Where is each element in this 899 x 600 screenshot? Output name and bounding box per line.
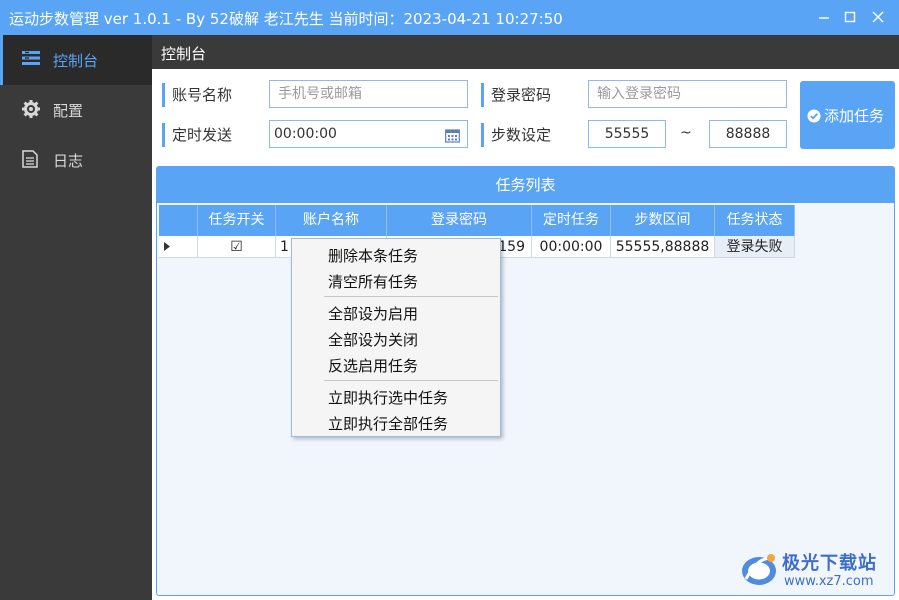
close-icon — [872, 11, 884, 23]
column-header-password[interactable]: 登录密码 — [387, 205, 532, 236]
menu-item-clear-all[interactable]: 清空所有任务 — [328, 271, 418, 292]
sidebar-item-log[interactable]: 日志 — [0, 135, 152, 185]
task-schedule-cell[interactable]: 00:00:00 — [532, 236, 611, 258]
gear-icon — [22, 100, 42, 120]
check-circle-icon — [807, 108, 821, 123]
password-label: 登录密码 — [481, 83, 551, 107]
menu-item-invert-enabled[interactable]: 反选启用任务 — [328, 355, 418, 376]
menu-item-run-selected[interactable]: 立即执行选中任务 — [328, 387, 448, 408]
maximize-icon — [844, 11, 856, 23]
schedule-time-value: 00:00:00 — [274, 126, 337, 142]
task-status-cell[interactable]: 登录失败 — [715, 236, 795, 258]
sidebar-item-console[interactable]: 控制台 — [0, 35, 152, 85]
menu-divider — [324, 380, 498, 381]
close-button[interactable] — [866, 6, 890, 30]
minimize-icon — [819, 17, 829, 19]
page-header: 控制台 — [152, 35, 899, 69]
menu-item-enable-all[interactable]: 全部设为启用 — [328, 303, 418, 324]
password-input[interactable]: 输入登录密码 — [588, 80, 787, 108]
task-enabled-checkbox[interactable]: ☑ — [198, 236, 276, 258]
steps-max-input[interactable]: 88888 — [709, 120, 787, 148]
steps-range-separator: ~ — [680, 125, 692, 141]
steps-min-input[interactable]: 55555 — [588, 120, 666, 148]
watermark: 极光下载站 www.xz7.com — [738, 547, 898, 597]
sidebar-item-config[interactable]: 配置 — [0, 85, 152, 135]
console-icon — [22, 50, 42, 70]
add-task-button[interactable]: 添加任务 — [800, 81, 895, 149]
menu-item-run-all[interactable]: 立即执行全部任务 — [328, 413, 448, 434]
task-list-panel: 任务列表 任务开关 账户名称 登录密码 定时任务 步数区间 任务状态 ☑ 1 1… — [156, 166, 895, 596]
watermark-url: www.xz7.com — [784, 574, 874, 589]
column-header-status[interactable]: 任务状态 — [715, 205, 795, 236]
calendar-icon[interactable] — [445, 126, 460, 152]
menu-item-disable-all[interactable]: 全部设为关闭 — [328, 329, 418, 350]
column-header-steps[interactable]: 步数区间 — [611, 205, 715, 236]
context-menu: 删除本条任务 清空所有任务 全部设为启用 全部设为关闭 反选启用任务 立即执行选… — [291, 238, 501, 437]
sidebar: 控制台 配置 日志 — [0, 35, 152, 600]
watermark-logo-icon — [738, 549, 780, 589]
title-bar: 运动步数管理 ver 1.0.1 - By 52破解 老江先生 当前时间：202… — [0, 0, 899, 35]
steps-label: 步数设定 — [481, 123, 551, 147]
row-selector[interactable] — [159, 236, 198, 258]
row-indicator-icon — [164, 242, 170, 251]
schedule-time-picker[interactable]: 00:00:00 — [269, 120, 468, 148]
column-header-schedule[interactable]: 定时任务 — [532, 205, 611, 236]
log-icon — [22, 150, 42, 170]
add-task-label: 添加任务 — [824, 107, 885, 125]
column-header-enabled[interactable]: 任务开关 — [198, 205, 276, 236]
menu-divider — [324, 296, 498, 297]
sidebar-item-label: 控制台 — [53, 52, 99, 70]
schedule-label: 定时发送 — [162, 123, 232, 147]
task-list-title: 任务列表 — [157, 167, 894, 203]
row-header-corner — [159, 205, 198, 236]
account-label: 账号名称 — [162, 83, 232, 107]
sidebar-item-label: 日志 — [53, 152, 84, 170]
minimize-button[interactable] — [812, 6, 836, 30]
page-title: 控制台 — [161, 45, 207, 63]
sidebar-item-label: 配置 — [53, 102, 84, 120]
maximize-button[interactable] — [838, 6, 862, 30]
menu-item-delete-task[interactable]: 删除本条任务 — [328, 245, 418, 266]
account-input[interactable]: 手机号或邮箱 — [269, 80, 468, 108]
window-title: 运动步数管理 ver 1.0.1 - By 52破解 老江先生 当前时间：202… — [9, 10, 563, 28]
column-header-account[interactable]: 账户名称 — [276, 205, 387, 236]
task-steps-cell[interactable]: 55555,88888 — [611, 236, 715, 258]
watermark-name: 极光下载站 — [782, 553, 877, 574]
